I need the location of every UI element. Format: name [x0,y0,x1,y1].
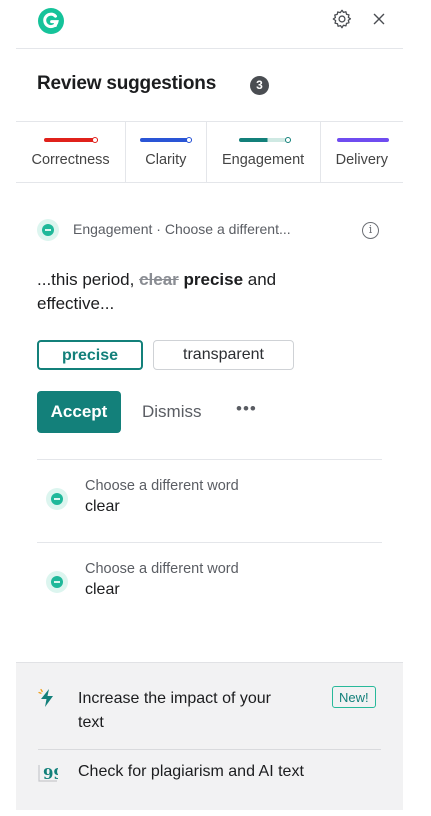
engagement-icon [46,571,68,593]
delivery-progress-bar [336,138,389,142]
lightning-icon [38,688,53,707]
option-transparent-button[interactable]: transparent [153,340,294,370]
suggestion-subtitle: Choose a different word [85,478,239,494]
more-options-button[interactable]: ••• [236,399,257,419]
tab-clarity-label: Clarity [145,152,187,168]
page-title: Review suggestions [37,73,217,94]
engagement-icon [46,488,68,510]
option-precise-button[interactable]: precise [37,340,143,370]
removed-word: clear [139,270,179,289]
footer-panel: Increase the impact of your text New! 99… [16,662,403,810]
grammarly-logo [38,8,64,34]
dismiss-button[interactable]: Dismiss [142,402,202,422]
close-icon[interactable] [368,8,390,30]
tabs-bottom-divider [16,182,403,183]
tab-delivery[interactable]: Delivery [321,122,403,182]
sentence-prefix: ...this period, [37,270,140,289]
suggestion-word: clear [85,498,120,515]
tab-engagement-label: Engagement [221,152,305,168]
suggestion-count-badge: 3 [250,76,269,95]
suggestion-word: clear [85,581,120,598]
engagement-icon [37,219,59,241]
correctness-progress-bar [44,137,98,143]
suggestion-subtitle: Choose a different word [85,561,239,577]
gear-icon[interactable] [331,8,353,30]
quote-icon: 99 [38,765,58,782]
category-tabs: Correctness Clarity Engagement Delivery [16,122,403,182]
engagement-progress-bar [238,137,291,143]
suggestion-item[interactable]: Choose a different word clear [37,460,382,542]
tab-correctness[interactable]: Correctness [16,122,127,182]
tab-clarity[interactable]: Clarity [126,122,207,182]
tab-delivery-label: Delivery [335,152,388,168]
svg-text:99: 99 [43,765,58,782]
footer-divider [38,749,381,750]
header-divider [16,48,403,49]
tab-correctness-label: Correctness [31,152,110,168]
new-badge: New! [332,686,376,708]
accept-button[interactable]: Accept [37,391,121,433]
inserted-word: precise [183,270,244,289]
impact-promo-link[interactable]: Increase the impact of your text [78,687,278,735]
suggestion-item[interactable]: Choose a different word clear [37,543,382,625]
plagiarism-check-link[interactable]: Check for plagiarism and AI text [78,763,304,781]
suggestion-sentence: ...this period, clear precise and effect… [37,268,357,316]
suggestion-breadcrumb: Engagement · Choose a different... [73,221,291,237]
info-icon[interactable]: i [362,222,379,239]
clarity-progress-bar [140,137,193,143]
tab-engagement[interactable]: Engagement [207,122,321,182]
